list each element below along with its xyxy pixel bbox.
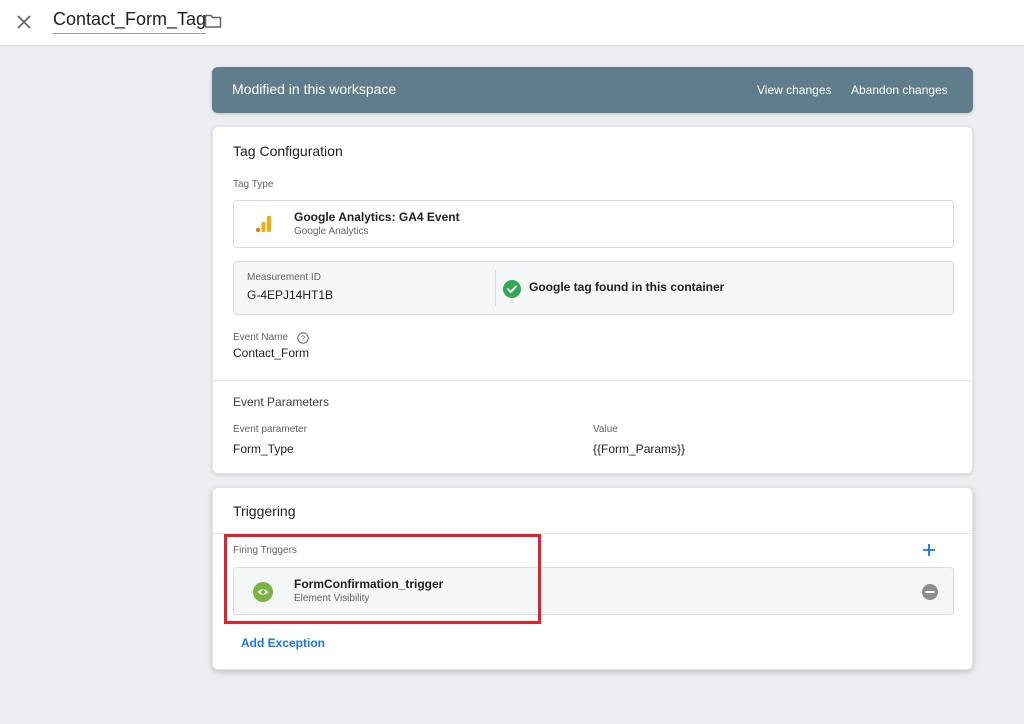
add-exception-link[interactable]: Add Exception (241, 636, 325, 650)
event-name-label: Event Name (233, 332, 289, 343)
top-bar: Contact_Form_Tag (0, 0, 1024, 46)
firing-triggers-label: Firing Triggers (233, 545, 297, 556)
measurement-id-label: Measurement ID (247, 272, 321, 283)
tag-configuration-title: Tag Configuration (233, 143, 343, 159)
banner-text: Modified in this workspace (232, 81, 397, 97)
tag-configuration-card[interactable]: Tag Configuration Tag Type Google Analyt… (212, 126, 973, 474)
abandon-changes-link[interactable]: Abandon changes (851, 83, 948, 97)
event-name-value[interactable]: Contact_Form (233, 346, 309, 360)
event-parameters-title: Event Parameters (233, 395, 330, 409)
divider (213, 533, 972, 534)
trigger-type: Element Visibility (294, 593, 370, 604)
tag-type-label: Tag Type (233, 179, 274, 190)
trigger-name: FormConfirmation_trigger (294, 577, 444, 591)
param-value-cell[interactable]: {{Form_Params}} (593, 442, 685, 456)
triggering-card[interactable]: Triggering Firing Triggers FormConfirmat… (212, 487, 973, 670)
param-name-cell[interactable]: Form_Type (233, 442, 294, 456)
value-column-header: Value (593, 424, 618, 435)
workspace-banner: Modified in this workspace View changes … (212, 67, 973, 113)
folder-icon[interactable] (203, 11, 223, 31)
svg-text:?: ? (301, 334, 305, 343)
firing-trigger-row[interactable]: FormConfirmation_trigger Element Visibil… (233, 567, 954, 615)
add-trigger-icon[interactable] (920, 541, 938, 559)
visibility-eye-icon (253, 582, 273, 602)
tag-type-selector[interactable]: Google Analytics: GA4 Event Google Analy… (233, 200, 954, 248)
tag-type-subtitle: Google Analytics (294, 226, 369, 237)
remove-trigger-icon[interactable] (921, 583, 939, 601)
close-icon[interactable] (12, 10, 36, 34)
triggering-title: Triggering (233, 503, 296, 519)
help-icon[interactable]: ? (297, 332, 309, 344)
google-tag-status: Google tag found in this container (529, 280, 725, 294)
tag-type-name: Google Analytics: GA4 Event (294, 210, 460, 224)
tag-name-field[interactable]: Contact_Form_Tag (53, 9, 207, 34)
view-changes-link[interactable]: View changes (757, 83, 832, 97)
google-analytics-icon (256, 216, 271, 232)
measurement-id-box: Measurement ID G-4EPJ14HT1B Google tag f… (233, 261, 954, 315)
divider (213, 380, 972, 381)
check-circle-icon (503, 280, 521, 298)
measurement-id-value[interactable]: G-4EPJ14HT1B (247, 288, 333, 302)
param-column-header: Event parameter (233, 424, 307, 435)
divider (495, 270, 496, 306)
